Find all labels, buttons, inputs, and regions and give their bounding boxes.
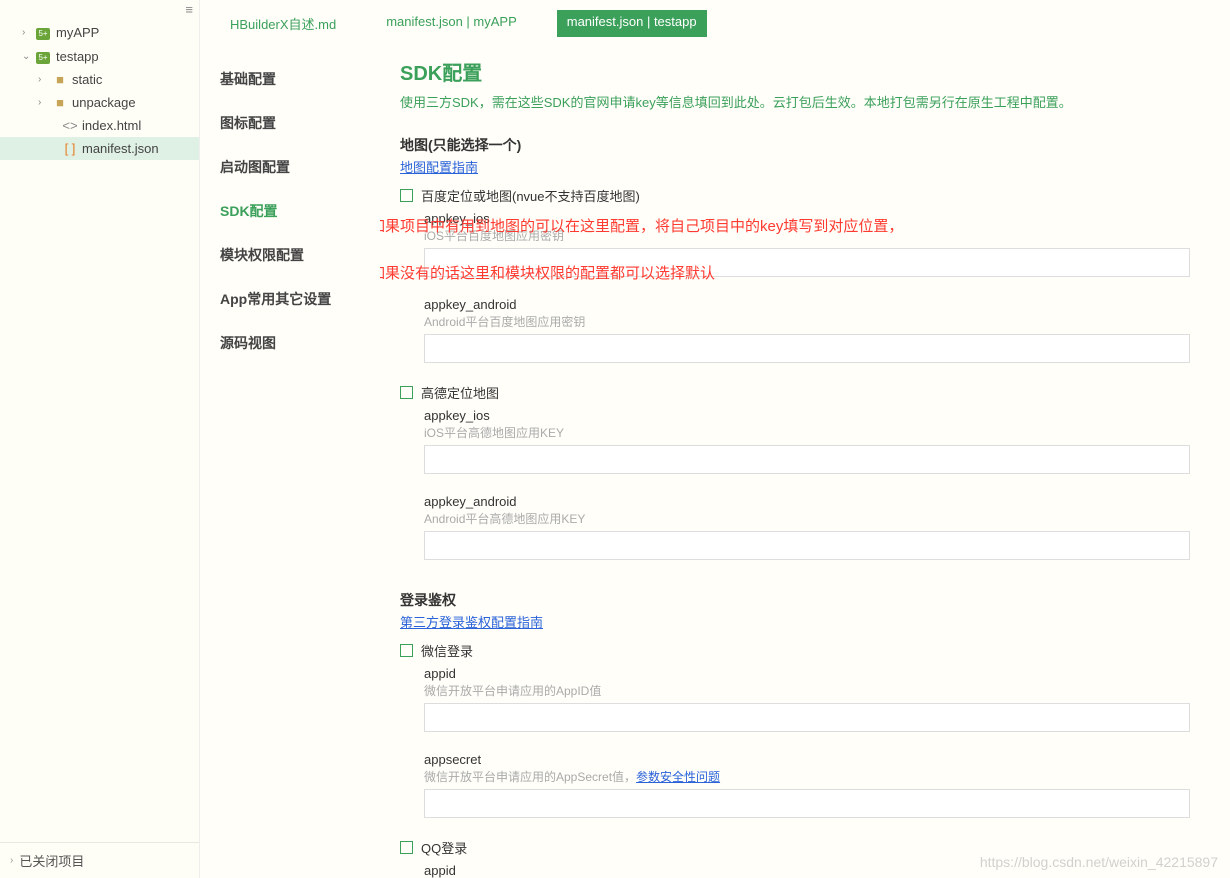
tree-item[interactable]: [ ] manifest.json (0, 137, 199, 160)
auth-section: 登录鉴权 第三方登录鉴权配置指南 微信登录 appid 微信开放平台申请应用的A… (400, 590, 1190, 878)
baidu-checkbox[interactable] (400, 189, 413, 202)
map-section-title: 地图(只能选择一个) (400, 135, 1190, 155)
qq-check-row: QQ登录 (400, 838, 1190, 857)
gaode-check-label: 高德定位地图 (421, 383, 499, 402)
map-section: 地图(只能选择一个) 地图配置指南 百度定位或地图(nvue不支持百度地图) a… (400, 135, 1190, 560)
settings-nav-item[interactable]: 图标配置 (220, 101, 380, 145)
gaode-android-field: appkey_android Android平台高德地图应用KEY (424, 494, 1190, 560)
field-hint: 微信开放平台申请应用的AppSecret值，参数安全性问题 (424, 768, 1190, 785)
gaode-checkbox[interactable] (400, 386, 413, 399)
editor-area: HBuilderX自述.md manifest.json | myAPP manif… (200, 0, 1230, 878)
wechat-check-label: 微信登录 (421, 641, 473, 660)
chevron-icon: › (22, 27, 36, 38)
wechat-appid-field: appid 微信开放平台申请应用的AppID值 (424, 666, 1190, 732)
gaode-check-row: 高德定位地图 (400, 383, 1190, 402)
auth-section-title: 登录鉴权 (400, 590, 1190, 610)
wechat-appid-input[interactable] (424, 703, 1190, 732)
field-label: appid (424, 863, 1190, 878)
baidu-android-input[interactable] (424, 334, 1190, 363)
qq-appid-field: appid 腾讯QQ开放平台申请应用的AppID值 (424, 863, 1190, 878)
settings-nav-item[interactable]: 模块权限配置 (220, 233, 380, 277)
file-tree: ›5+myAPP⌄5+testapp›■static›■unpackage<>i… (0, 0, 199, 842)
tree-item-label: unpackage (72, 95, 136, 110)
tree-item-label: static (72, 72, 102, 87)
field-label: appkey_android (424, 494, 1190, 509)
settings-nav-item[interactable]: 基础配置 (220, 57, 380, 101)
qq-check-label: QQ登录 (421, 838, 467, 857)
sidebar-menu-icon[interactable]: ≡ (185, 2, 193, 17)
tree-item-label: myAPP (56, 25, 99, 40)
editor-tab[interactable]: manifest.json | testapp (557, 10, 707, 37)
tree-item[interactable]: ›5+ myAPP (0, 20, 199, 44)
gaode-ios-field: appkey_ios iOS平台高德地图应用KEY (424, 408, 1190, 474)
html-file-icon: <> (62, 118, 78, 133)
project-icon: 5+ (36, 48, 52, 64)
page-title: SDK配置 (400, 57, 1190, 86)
editor-tab[interactable]: manifest.json | myAPP (376, 10, 527, 37)
editor-tabs: HBuilderX自述.md manifest.json | myAPP manif… (200, 0, 1230, 37)
field-hint: iOS平台高德地图应用KEY (424, 424, 1190, 441)
auth-guide-link[interactable]: 第三方登录鉴权配置指南 (400, 612, 543, 631)
field-hint: Android平台百度地图应用密钥 (424, 313, 1190, 330)
gaode-ios-input[interactable] (424, 445, 1190, 474)
tree-item[interactable]: ⌄5+ testapp (0, 44, 199, 68)
field-label: appkey_android (424, 297, 1190, 312)
page-description: 使用三方SDK，需在这些SDK的官网申请key等信息填回到此处。云打包后生效。本… (400, 92, 1190, 111)
field-hint: Android平台高德地图应用KEY (424, 510, 1190, 527)
secret-security-link[interactable]: 参数安全性问题 (636, 768, 720, 785)
chevron-icon: ⌄ (22, 51, 36, 62)
config-body: SDK配置 使用三方SDK，需在这些SDK的官网申请key等信息填回到此处。云打… (380, 37, 1230, 878)
gaode-android-input[interactable] (424, 531, 1190, 560)
tree-item[interactable]: <> index.html (0, 114, 199, 137)
field-label: appid (424, 666, 1190, 681)
folder-icon: ■ (52, 72, 68, 87)
closed-projects-row[interactable]: › 已关闭项目 (0, 842, 199, 878)
field-hint: 微信开放平台申请应用的AppID值 (424, 682, 1190, 699)
folder-icon: ■ (52, 95, 68, 110)
tree-item-label: testapp (56, 49, 99, 64)
field-hint: iOS平台百度地图应用密钥 (424, 227, 1190, 244)
secret-hint-prefix: 微信开放平台申请应用的AppSecret值， (424, 770, 636, 784)
project-icon: 5+ (36, 24, 52, 40)
field-label: appsecret (424, 752, 1190, 767)
settings-nav-item[interactable]: 源码视图 (220, 321, 380, 365)
baidu-ios-field: appkey_ios iOS平台百度地图应用密钥 (424, 211, 1190, 277)
settings-nav-item[interactable]: SDK配置 (220, 189, 380, 233)
file-tree-sidebar: ≡ ›5+myAPP⌄5+testapp›■static›■unpackage<… (0, 0, 200, 878)
wechat-secret-input[interactable] (424, 789, 1190, 818)
chevron-icon: › (38, 97, 52, 108)
closed-projects-label: 已关闭项目 (19, 851, 84, 870)
settings-nav-item[interactable]: 启动图配置 (220, 145, 380, 189)
baidu-check-row: 百度定位或地图(nvue不支持百度地图) (400, 186, 1190, 205)
field-label: appkey_ios (424, 408, 1190, 423)
baidu-check-label: 百度定位或地图(nvue不支持百度地图) (421, 186, 640, 205)
settings-nav: 基础配置图标配置启动图配置SDK配置模块权限配置App常用其它设置源码视图 (200, 37, 380, 878)
settings-nav-item[interactable]: App常用其它设置 (220, 277, 380, 321)
content-wrap: 基础配置图标配置启动图配置SDK配置模块权限配置App常用其它设置源码视图 SD… (200, 37, 1230, 878)
wechat-check-row: 微信登录 (400, 641, 1190, 660)
json-file-icon: [ ] (62, 141, 78, 156)
wechat-secret-field: appsecret 微信开放平台申请应用的AppSecret值，参数安全性问题 (424, 752, 1190, 818)
tree-item-label: index.html (82, 118, 141, 133)
tree-item-label: manifest.json (82, 141, 159, 156)
qq-checkbox[interactable] (400, 841, 413, 854)
baidu-ios-input[interactable] (424, 248, 1190, 277)
chevron-right-icon: › (10, 855, 13, 866)
map-guide-link[interactable]: 地图配置指南 (400, 157, 478, 176)
chevron-icon: › (38, 74, 52, 85)
baidu-android-field: appkey_android Android平台百度地图应用密钥 (424, 297, 1190, 363)
editor-tab[interactable]: HBuilderX自述.md (220, 10, 346, 37)
tree-item[interactable]: ›■ unpackage (0, 91, 199, 114)
field-label: appkey_ios (424, 211, 1190, 226)
tree-item[interactable]: ›■ static (0, 68, 199, 91)
wechat-checkbox[interactable] (400, 644, 413, 657)
